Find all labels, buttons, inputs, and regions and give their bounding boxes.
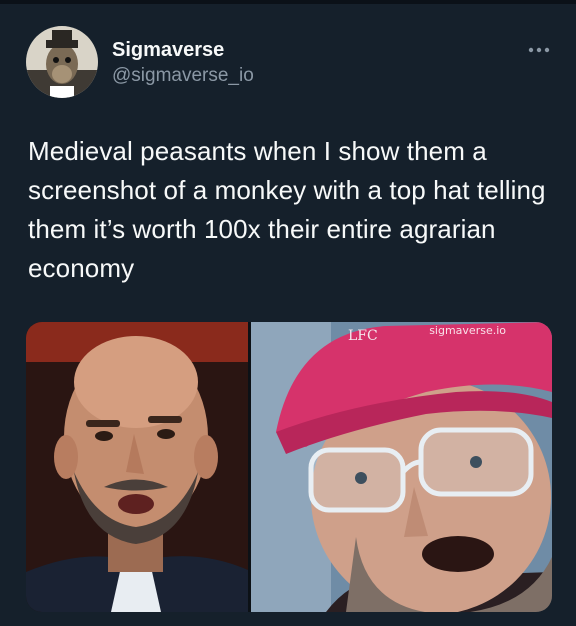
user-handle[interactable]: @sigmaverse_io xyxy=(112,64,254,88)
tweet-card: Sigmaverse @sigmaverse_io Medieval peasa… xyxy=(0,0,576,626)
tweet-text: Medieval peasants when I show them a scr… xyxy=(28,136,546,283)
display-name[interactable]: Sigmaverse xyxy=(112,38,254,62)
ape-avatar-icon xyxy=(26,26,98,98)
more-options-icon xyxy=(528,47,550,53)
media-watermark: sigmaverse.io xyxy=(429,324,506,337)
tweet-media[interactable]: LFC sigmaverse.io xyxy=(26,322,552,612)
media-photo: LFC xyxy=(26,322,552,612)
more-options-button[interactable] xyxy=(524,40,554,60)
avatar[interactable] xyxy=(26,26,98,98)
cap-logo: LFC xyxy=(348,328,378,344)
author-block: Sigmaverse @sigmaverse_io xyxy=(112,38,254,88)
